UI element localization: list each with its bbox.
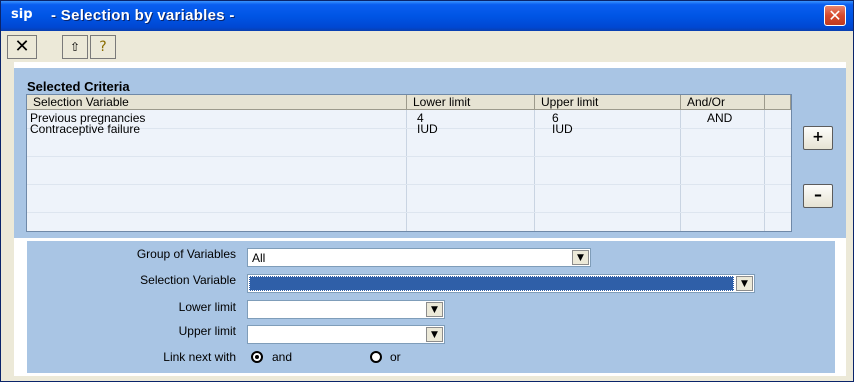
- lower-limit-label: Lower limit: [178, 300, 236, 314]
- close-icon: ✕: [14, 36, 30, 57]
- grid-line: [27, 156, 791, 157]
- help-icon: ?: [99, 39, 107, 55]
- selection-variable-field[interactable]: [249, 276, 734, 291]
- grid-line: [27, 184, 791, 185]
- column-header-lower[interactable]: Lower limit: [407, 95, 535, 110]
- add-criterion-button[interactable]: +: [803, 126, 833, 150]
- grid-line: [27, 128, 791, 129]
- cell-upper: IUD: [552, 122, 573, 136]
- chevron-down-icon[interactable]: ▼: [736, 276, 753, 291]
- toolbar: ✕ ⇧ ?: [7, 35, 137, 59]
- column-header-upper[interactable]: Upper limit: [535, 95, 681, 110]
- grid-line: [27, 212, 791, 213]
- criteria-section-title: Selected Criteria: [27, 79, 130, 94]
- close-button[interactable]: ✕: [824, 5, 846, 26]
- up-folder-icon: ⇧: [69, 40, 81, 54]
- cell-andor: AND: [707, 111, 733, 125]
- selection-variable-select[interactable]: ▼: [247, 274, 755, 293]
- link-next-with-label: Link next with: [163, 350, 236, 364]
- criteria-table[interactable]: Selection Variable Lower limit Upper lim…: [26, 94, 792, 232]
- lower-limit-select[interactable]: ▼: [247, 300, 445, 319]
- help-button[interactable]: ?: [90, 35, 116, 59]
- selection-variable-label: Selection Variable: [140, 273, 236, 287]
- group-of-variables-value: All: [252, 251, 266, 265]
- chevron-down-icon[interactable]: ▼: [426, 302, 443, 317]
- link-or-radio[interactable]: [370, 351, 382, 363]
- exit-button[interactable]: ✕: [7, 35, 37, 59]
- group-of-variables-select[interactable]: All ▼: [247, 248, 591, 267]
- remove-criterion-button[interactable]: –: [803, 184, 833, 208]
- title-bar[interactable]: sip - Selection by variables - ✕: [1, 1, 853, 31]
- column-header-extra: [765, 95, 791, 110]
- link-or-label[interactable]: or: [390, 350, 401, 364]
- column-header-andor[interactable]: And/Or: [681, 95, 765, 110]
- group-of-variables-label: Group of Variables: [136, 247, 236, 261]
- chevron-down-icon[interactable]: ▼: [426, 327, 443, 342]
- up-folder-button[interactable]: ⇧: [62, 35, 88, 59]
- upper-limit-label: Upper limit: [178, 324, 236, 338]
- upper-limit-select[interactable]: ▼: [247, 325, 445, 344]
- link-and-radio[interactable]: [251, 351, 263, 363]
- cell-variable: Contraceptive failure: [30, 122, 141, 136]
- link-and-label[interactable]: and: [272, 350, 292, 364]
- window-title: - Selection by variables -: [51, 7, 235, 24]
- close-icon: ✕: [828, 6, 842, 25]
- app-icon: sip: [11, 7, 33, 22]
- chevron-down-icon[interactable]: ▼: [572, 250, 589, 265]
- cell-lower: IUD: [417, 122, 438, 136]
- column-header-variable[interactable]: Selection Variable: [27, 95, 407, 110]
